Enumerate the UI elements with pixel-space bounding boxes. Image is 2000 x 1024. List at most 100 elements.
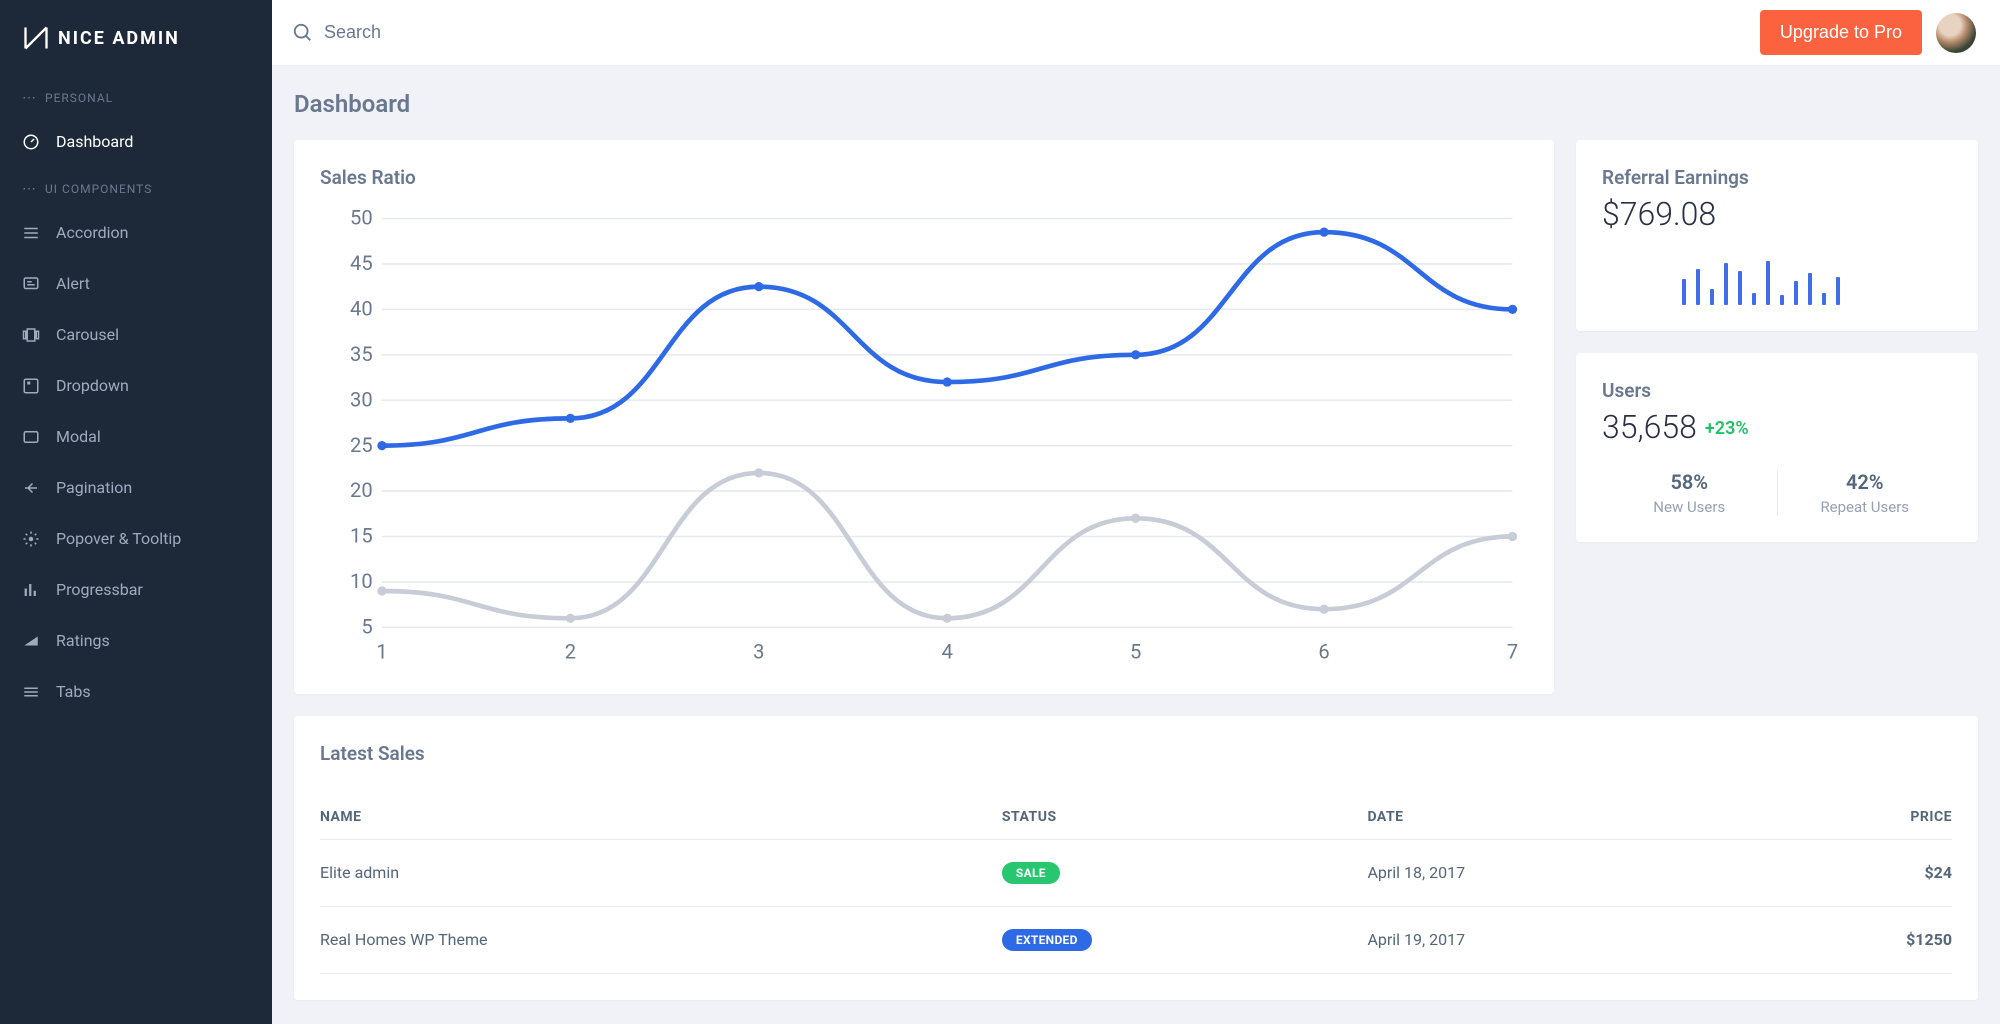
sale-status: EXTENDED (1002, 906, 1368, 973)
svg-text:5: 5 (361, 615, 372, 639)
referral-card: Referral Earnings $769.08 (1576, 140, 1978, 331)
sale-price: $1250 (1765, 906, 1952, 973)
sidebar-item-label: Ratings (56, 631, 110, 650)
avatar[interactable] (1936, 13, 1976, 53)
progressbar-icon (22, 581, 40, 599)
brand-logo-icon (22, 24, 50, 52)
svg-text:40: 40 (350, 297, 373, 321)
svg-text:1: 1 (376, 639, 387, 663)
sidebar-item-label: Accordion (56, 223, 128, 242)
spark-bar (1738, 271, 1742, 305)
nav-section-ui: UI COMPONENTS (0, 167, 272, 207)
spark-bar (1752, 293, 1756, 305)
users-title: Users (1602, 379, 1952, 402)
svg-text:2: 2 (565, 639, 576, 663)
search-input[interactable] (324, 22, 644, 43)
sidebar-item-popover[interactable]: Popover & Tooltip (0, 513, 272, 564)
sale-status: SALE (1002, 839, 1368, 906)
svg-text:3: 3 (753, 639, 764, 663)
sidebar-item-label: Modal (56, 427, 101, 446)
svg-text:25: 25 (350, 433, 373, 457)
spark-bar (1836, 277, 1840, 305)
latest-sales-title: Latest Sales (320, 742, 1952, 765)
sales-ratio-chart: 51015202530354045501234567 (320, 203, 1528, 668)
nav-section-personal: PERSONAL (0, 76, 272, 116)
users-card: Users 35,658+23% 58% New Users 42% Rep (1576, 353, 1978, 542)
pagination-icon (22, 479, 40, 497)
table-row[interactable]: Real Homes WP ThemeEXTENDEDApril 19, 201… (320, 906, 1952, 973)
carousel-icon (22, 326, 40, 344)
spark-bar (1808, 273, 1812, 305)
referral-title: Referral Earnings (1602, 166, 1952, 189)
svg-text:6: 6 (1318, 639, 1329, 663)
sidebar-item-progressbar[interactable]: Progressbar (0, 564, 272, 615)
sidebar-item-dashboard[interactable]: Dashboard (0, 116, 272, 167)
spark-bar (1696, 269, 1700, 305)
topbar: Upgrade to Pro (272, 0, 2000, 66)
sidebar-item-modal[interactable]: Modal (0, 411, 272, 462)
spark-bar (1766, 261, 1770, 305)
sidebar-item-label: Alert (56, 274, 90, 293)
users-new: 58% New Users (1602, 470, 1777, 516)
referral-sparkline (1602, 259, 1952, 305)
tabs-icon (22, 683, 40, 701)
sale-date: April 19, 2017 (1367, 906, 1765, 973)
page-title: Dashboard (294, 90, 1978, 118)
sidebar-item-label: Tabs (56, 682, 91, 701)
svg-text:5: 5 (1130, 639, 1141, 663)
latest-sales-table: NAMESTATUSDATEPRICE Elite adminSALEApril… (320, 795, 1952, 974)
spark-bar (1794, 281, 1798, 305)
sale-date: April 18, 2017 (1367, 839, 1765, 906)
dropdown-icon (22, 377, 40, 395)
spark-bar (1822, 293, 1826, 305)
sidebar-item-dropdown[interactable]: Dropdown (0, 360, 272, 411)
alert-icon (22, 275, 40, 293)
search-icon (292, 22, 314, 44)
dashboard-icon (22, 133, 40, 151)
referral-value: $769.08 (1602, 195, 1952, 233)
sale-price: $24 (1765, 839, 1952, 906)
svg-text:10: 10 (350, 569, 373, 593)
sales-ratio-card: Sales Ratio 51015202530354045501234567 (294, 140, 1554, 694)
svg-text:4: 4 (942, 639, 953, 663)
spark-bar (1780, 295, 1784, 305)
sidebar-item-label: Dropdown (56, 376, 129, 395)
spark-bar (1724, 263, 1728, 305)
popover-icon (22, 530, 40, 548)
ratings-icon (22, 632, 40, 650)
latest-sales-card: Latest Sales NAMESTATUSDATEPRICE Elite a… (294, 716, 1978, 1000)
svg-text:30: 30 (350, 387, 373, 411)
sidebar-item-label: Pagination (56, 478, 132, 497)
brand[interactable]: NICE ADMIN (0, 0, 272, 76)
sidebar-item-alert[interactable]: Alert (0, 258, 272, 309)
svg-text:20: 20 (350, 478, 373, 502)
sidebar-item-carousel[interactable]: Carousel (0, 309, 272, 360)
upgrade-button[interactable]: Upgrade to Pro (1760, 10, 1922, 55)
table-header: PRICE (1765, 795, 1952, 840)
svg-text:35: 35 (350, 342, 373, 366)
spark-bar (1710, 289, 1714, 305)
modal-icon (22, 428, 40, 446)
sidebar-item-label: Carousel (56, 325, 119, 344)
accordion-icon (22, 224, 40, 242)
users-value: 35,658+23% (1602, 408, 1952, 446)
sidebar-item-label: Dashboard (56, 132, 133, 151)
table-row[interactable]: Elite adminSALEApril 18, 2017$24 (320, 839, 1952, 906)
sidebar-item-pagination[interactable]: Pagination (0, 462, 272, 513)
sale-name: Real Homes WP Theme (320, 906, 1002, 973)
sidebar: NICE ADMIN PERSONAL Dashboard UI COMPONE… (0, 0, 272, 1024)
svg-text:50: 50 (350, 206, 373, 230)
sidebar-item-tabs[interactable]: Tabs (0, 666, 272, 717)
brand-name: NICE ADMIN (58, 28, 180, 49)
sales-ratio-title: Sales Ratio (320, 166, 1528, 189)
sidebar-item-ratings[interactable]: Ratings (0, 615, 272, 666)
table-header: STATUS (1002, 795, 1368, 840)
sidebar-item-accordion[interactable]: Accordion (0, 207, 272, 258)
sale-name: Elite admin (320, 839, 1002, 906)
users-delta: +23% (1705, 418, 1749, 439)
table-header: NAME (320, 795, 1002, 840)
svg-text:45: 45 (350, 251, 373, 275)
spark-bar (1682, 279, 1686, 305)
svg-text:15: 15 (350, 524, 373, 548)
users-repeat: 42% Repeat Users (1777, 470, 1953, 516)
